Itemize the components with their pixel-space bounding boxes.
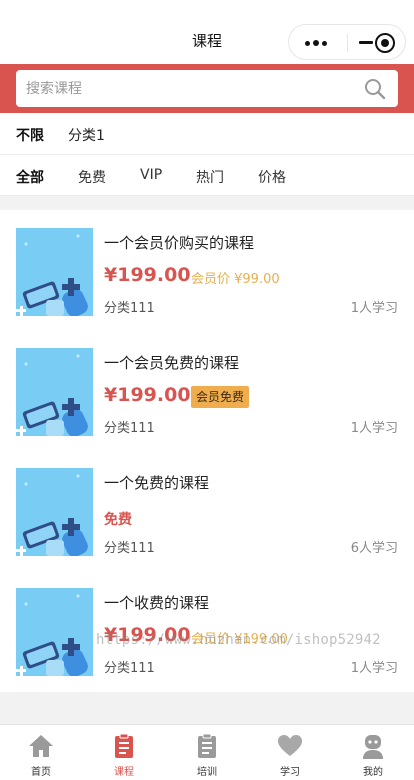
course-page: 课程 不限 分类1 全部 免费 VIP 热门 — [0, 0, 414, 780]
medical-illustration-icon — [16, 348, 93, 436]
category-unlimited[interactable]: 不限 — [16, 125, 44, 145]
more-menu-button[interactable] — [301, 34, 335, 52]
medical-illustration-icon — [16, 588, 93, 676]
target-icon — [381, 39, 389, 47]
bottom-tab-bar: 首页 课程 培训 学习 我的 — [0, 724, 414, 780]
course-category: 分类111 — [104, 541, 155, 556]
training-icon — [198, 733, 216, 758]
learner-count: 6人学习 — [350, 541, 398, 556]
home-icon — [29, 735, 53, 757]
search-icon[interactable] — [364, 78, 386, 100]
course-item[interactable]: 一个会员价购买的课程 ¥199.00 会员价 ¥99.00 分类111 1人学习 — [0, 210, 414, 330]
tab-mine[interactable]: 我的 — [332, 725, 414, 780]
learner-count: 1人学习 — [350, 421, 398, 436]
heart-icon — [278, 735, 302, 756]
free-label: 免费 — [104, 512, 132, 528]
course-item[interactable]: 一个收费的课程 ¥199.00 会员价 ¥199.00 分类111 1人学习 — [0, 570, 414, 690]
member-price: 会员价 ¥99.00 — [191, 272, 280, 287]
miniprogram-capsule — [288, 24, 406, 60]
tab-label: 培训 — [197, 767, 217, 778]
tab-label: 课程 — [114, 767, 134, 778]
search-box[interactable] — [16, 70, 398, 107]
close-miniprogram-button[interactable] — [375, 33, 395, 53]
tab-course[interactable]: 课程 — [83, 725, 165, 780]
tab-label: 我的 — [363, 767, 383, 778]
filter-free[interactable]: 免费 — [78, 167, 106, 187]
learner-count: 1人学习 — [350, 661, 398, 676]
learner-count: 1人学习 — [350, 301, 398, 316]
type-filter-row: 全部 免费 VIP 热门 价格 — [0, 155, 414, 196]
member-free-badge: 会员免费 — [191, 386, 250, 408]
course-thumbnail — [16, 228, 93, 316]
course-price: ¥199.00 — [104, 264, 191, 286]
course-category: 分类111 — [104, 421, 155, 436]
category-filter-row: 不限 分类1 — [0, 113, 414, 155]
minus-icon — [359, 41, 373, 44]
course-title: 一个免费的课程 — [104, 474, 210, 492]
dot-icon — [313, 40, 319, 46]
course-item[interactable]: 一个免费的课程 免费 分类111 6人学习 — [0, 450, 414, 570]
course-category: 分类111 — [104, 301, 155, 316]
course-thumbnail — [16, 468, 93, 556]
course-title: 一个会员免费的课程 — [104, 354, 240, 372]
course-thumbnail — [16, 348, 93, 436]
filter-hot[interactable]: 热门 — [196, 167, 224, 187]
course-price: ¥199.00 — [104, 384, 191, 406]
dot-icon — [322, 41, 327, 46]
profile-icon — [363, 735, 383, 759]
filter-all[interactable]: 全部 — [16, 167, 44, 187]
tab-label: 首页 — [31, 767, 51, 778]
tab-study[interactable]: 学习 — [249, 725, 331, 780]
course-title: 一个收费的课程 — [104, 594, 210, 612]
dot-icon — [305, 41, 310, 46]
course-thumbnail — [16, 588, 93, 676]
course-item[interactable]: 一个会员免费的课程 ¥199.00 会员免费 分类111 1人学习 — [0, 330, 414, 450]
course-category: 分类111 — [104, 661, 155, 676]
filter-vip[interactable]: VIP — [140, 167, 162, 183]
tab-training[interactable]: 培训 — [166, 725, 248, 780]
category-1[interactable]: 分类1 — [68, 125, 105, 145]
top-navbar: 课程 — [0, 0, 414, 64]
search-input[interactable] — [26, 70, 346, 107]
tab-home[interactable]: 首页 — [0, 725, 82, 780]
search-bar — [0, 64, 414, 113]
capsule-divider — [347, 34, 348, 52]
tab-label: 学习 — [280, 767, 300, 778]
member-price: 会员价 ¥199.00 — [191, 632, 288, 647]
medical-illustration-icon — [16, 228, 93, 316]
course-list: 一个会员价购买的课程 ¥199.00 会员价 ¥99.00 分类111 1人学习 — [0, 210, 414, 692]
medical-illustration-icon — [16, 468, 93, 556]
filter-price[interactable]: 价格 — [258, 167, 286, 187]
course-title: 一个会员价购买的课程 — [104, 234, 255, 252]
course-icon — [115, 733, 133, 758]
course-price: ¥199.00 — [104, 624, 191, 646]
